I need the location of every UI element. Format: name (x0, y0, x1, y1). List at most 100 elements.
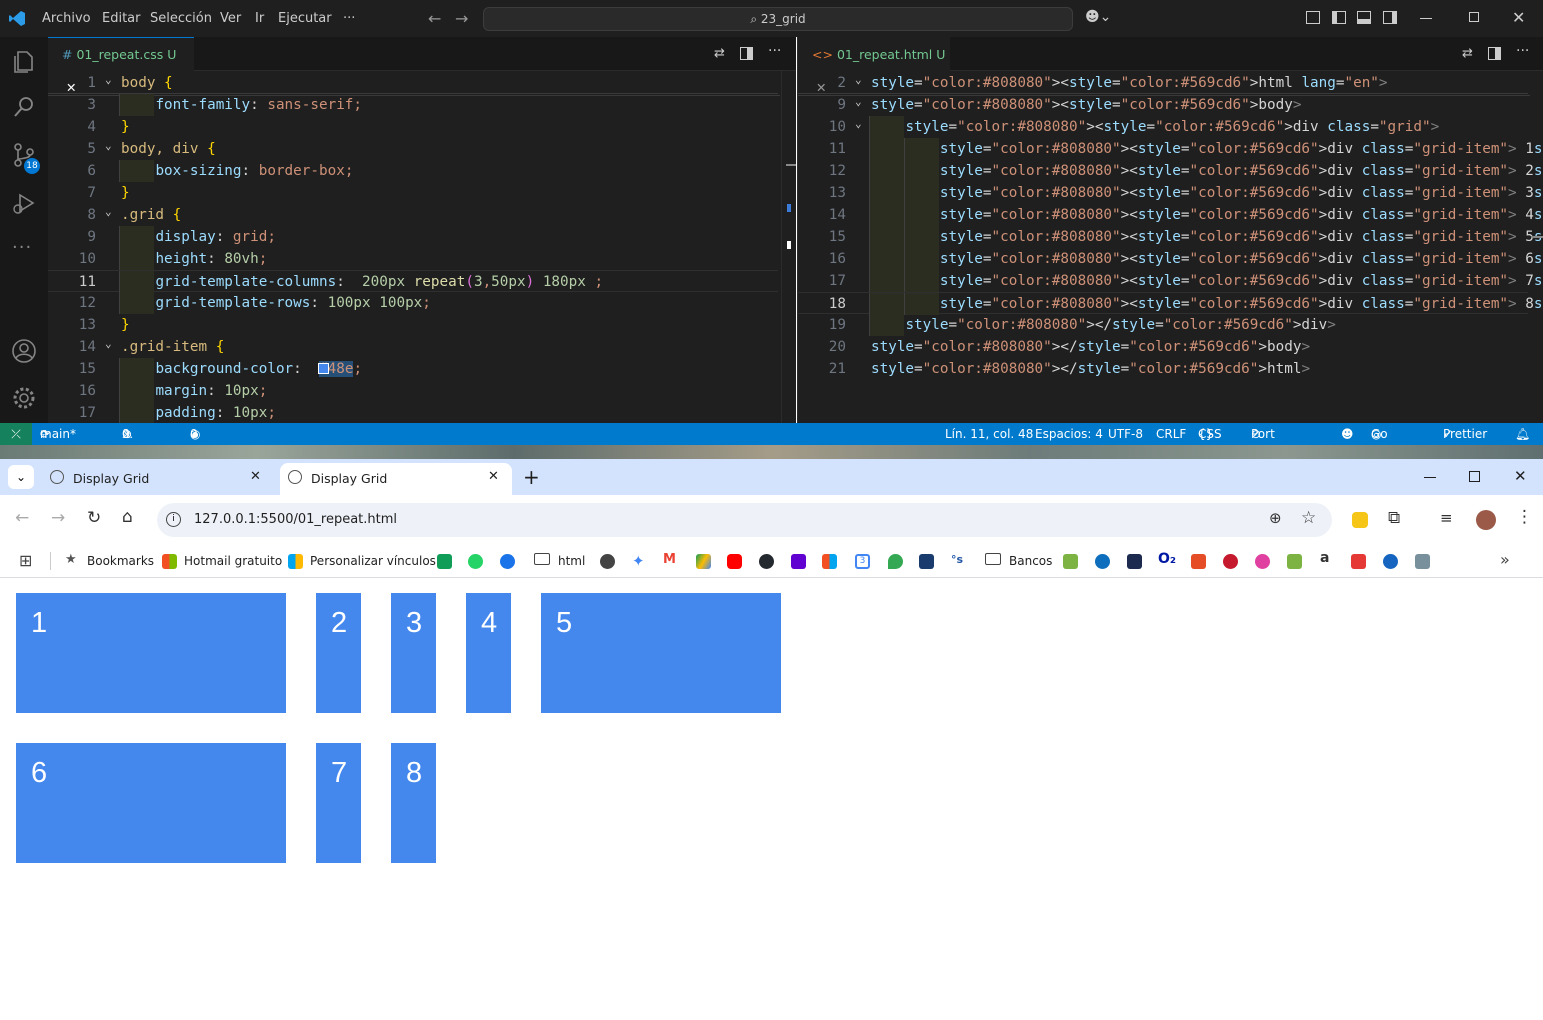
forward-arrow-icon[interactable]: → (455, 9, 468, 28)
copilot-status-icon[interactable]: ☻ (1341, 423, 1354, 445)
code-line[interactable]: 13 style="color:#808080"><style="color:#… (798, 182, 1543, 204)
office-icon[interactable] (822, 554, 837, 569)
browser-tab-2-active[interactable]: Display Grid ✕ (280, 463, 512, 495)
tab-css-file[interactable]: # 01_repeat.css U ✕ (48, 37, 194, 95)
minimize-icon[interactable] (1420, 18, 1432, 19)
code-line[interactable]: 11 grid-template-columns: 200px repeat(3… (48, 270, 778, 293)
fold-chevron-icon[interactable]: ⌄ (855, 91, 862, 113)
line-ending[interactable]: CRLF (1156, 423, 1186, 445)
bookmark-hotmail[interactable]: Hotmail gratuito (184, 554, 282, 568)
bookmark-bookmarks[interactable]: Bookmarks (87, 554, 154, 568)
arcgis-icon[interactable] (919, 554, 934, 569)
menu-seleccion[interactable]: Selección (150, 11, 212, 26)
media-queue-icon[interactable]: ≡ (1440, 509, 1453, 527)
encoding[interactable]: UTF-8 (1108, 423, 1143, 445)
bookmark-bancos-folder[interactable]: Bancos (1009, 554, 1052, 568)
code-line[interactable]: 12 grid-template-rows: 100px 100px; (48, 292, 778, 314)
compare-changes-icon[interactable]: ⇄ (1462, 46, 1473, 61)
code-line[interactable]: 9 ⌄ style="color:#808080"><style="color:#5… (798, 94, 1528, 116)
code-line[interactable]: 4} (48, 116, 778, 138)
accounts-icon[interactable] (10, 337, 38, 365)
extensions-puzzle-icon[interactable]: ⧉ (1388, 508, 1400, 528)
amazon-icon[interactable]: a (1320, 550, 1329, 566)
code-line[interactable]: 3 font-family: sans-serif; (48, 94, 778, 116)
fold-chevron-icon[interactable]: ⌄ (105, 135, 112, 157)
code-line[interactable]: 16 margin: 10px; (48, 380, 778, 402)
avatar[interactable] (1476, 510, 1496, 530)
reload-icon[interactable]: ↻ (87, 508, 101, 528)
gmail-icon[interactable]: M (663, 552, 676, 567)
back-arrow-icon[interactable]: ← (428, 9, 441, 28)
apps-grid-icon[interactable]: ⊞ (19, 551, 32, 570)
code-line[interactable]: 19 style="color:#808080"></style="color:… (798, 314, 1528, 336)
split-editor-icon[interactable] (1488, 47, 1501, 60)
extension-icon[interactable] (1352, 512, 1368, 528)
document-icon[interactable] (1415, 554, 1430, 569)
run-debug-icon[interactable] (10, 189, 38, 217)
code-line[interactable]: 14 style="color:#808080"><style="color:#… (798, 204, 1543, 226)
play-icon[interactable] (1383, 554, 1398, 569)
octopus-icon[interactable] (1255, 554, 1270, 569)
code-line[interactable]: 10 height: 80vh; (48, 248, 778, 270)
tab-search-chevron-icon[interactable]: ⌄ (8, 465, 34, 489)
code-line[interactable]: 17 padding: 10px; (48, 402, 778, 423)
zoom-icon[interactable]: ⊕ (1269, 509, 1282, 527)
shopping-icon[interactable] (1351, 554, 1366, 569)
more-actions-icon[interactable]: ··· (1516, 43, 1529, 59)
tab-close-icon[interactable]: ✕ (488, 469, 499, 484)
html-code-area[interactable]: 2 ⌄ style="color:#808080"><style="color:#5… (798, 71, 1543, 423)
code-line[interactable]: 12 style="color:#808080"><style="color:#… (798, 160, 1543, 182)
toggle-sidebar-icon[interactable] (1332, 11, 1346, 24)
browser-tab-1[interactable]: Display Grid ✕ (44, 463, 272, 495)
code-line[interactable]: 20 style="color:#808080"></style="color:#… (798, 336, 1528, 358)
explorer-icon[interactable] (10, 47, 38, 75)
minimize-icon[interactable] (1424, 477, 1436, 478)
fold-chevron-icon[interactable]: ⌄ (855, 71, 862, 91)
calendar-icon[interactable]: 3 (855, 554, 870, 569)
edge-icon[interactable] (1095, 554, 1110, 569)
menu-more[interactable]: ··· (343, 11, 355, 26)
home-icon[interactable]: ⌂ (122, 507, 133, 527)
code-line[interactable]: 14 ⌄ .grid-item { (48, 336, 778, 358)
toggle-secondary-sidebar-icon[interactable] (1383, 11, 1397, 24)
tab-html-file[interactable]: <> 01_repeat.html U ✕ (798, 37, 950, 95)
youtube-icon[interactable] (727, 554, 742, 569)
github-icon[interactable] (759, 554, 774, 569)
customize-layout-icon[interactable] (1306, 11, 1320, 24)
tab-close-icon[interactable]: ✕ (250, 469, 261, 484)
toggle-panel-icon[interactable] (1357, 11, 1371, 24)
whatsapp-icon[interactable] (468, 554, 483, 569)
fold-chevron-icon[interactable]: ⌄ (105, 333, 112, 355)
code-line[interactable]: 2 ⌄ style="color:#808080"><style="color:#5… (798, 72, 1528, 94)
fold-chevron-icon[interactable]: ⌄ (855, 113, 862, 135)
bank-icon[interactable] (1063, 554, 1078, 569)
messages-icon[interactable] (500, 554, 515, 569)
code-line[interactable]: 1 ⌄ body { (48, 72, 778, 94)
forward-arrow-icon[interactable]: → (51, 508, 65, 528)
more-bookmarks-chevron-icon[interactable]: » (1500, 550, 1510, 569)
back-arrow-icon[interactable]: ← (15, 508, 29, 528)
code-line[interactable]: 8 ⌄ .grid { (48, 204, 778, 226)
settings-gear-icon[interactable] (10, 384, 38, 412)
openai-icon[interactable] (600, 554, 615, 569)
command-center[interactable]: ⌕ 23_grid (483, 7, 1073, 31)
remote-icon[interactable]: ⤫ (0, 423, 32, 445)
menu-ir[interactable]: Ir (255, 11, 264, 26)
code-line[interactable]: 6 box-sizing: border-box; (48, 160, 778, 182)
close-icon[interactable]: ✕ (1512, 8, 1525, 27)
notifications-bell-icon[interactable]: 🔔︎ (1515, 423, 1530, 445)
maps-icon[interactable] (888, 554, 903, 569)
menu-ejecutar[interactable]: Ejecutar (278, 11, 332, 26)
css-code-area[interactable]: 1 ⌄ body {3 font-family: sans-serif; 4} 5 ⌄ bo… (48, 71, 796, 423)
gemini-icon[interactable]: ✦ (632, 552, 645, 570)
code-line[interactable]: 15 background-color: #48e; (48, 358, 778, 380)
bank-icon[interactable] (1287, 554, 1302, 569)
bookmark-html-folder[interactable]: html (558, 554, 585, 568)
color-swatch[interactable] (318, 363, 329, 374)
code-line[interactable]: 21 style="color:#808080"></style="color:#… (798, 358, 1528, 380)
maximize-icon[interactable] (1469, 12, 1479, 22)
maximize-icon[interactable] (1469, 471, 1480, 482)
code-line[interactable]: 5 ⌄ body, div { (48, 138, 778, 160)
bookmark-personalizar[interactable]: Personalizar vínculos (310, 554, 436, 568)
close-icon[interactable]: ✕ (1514, 467, 1527, 485)
